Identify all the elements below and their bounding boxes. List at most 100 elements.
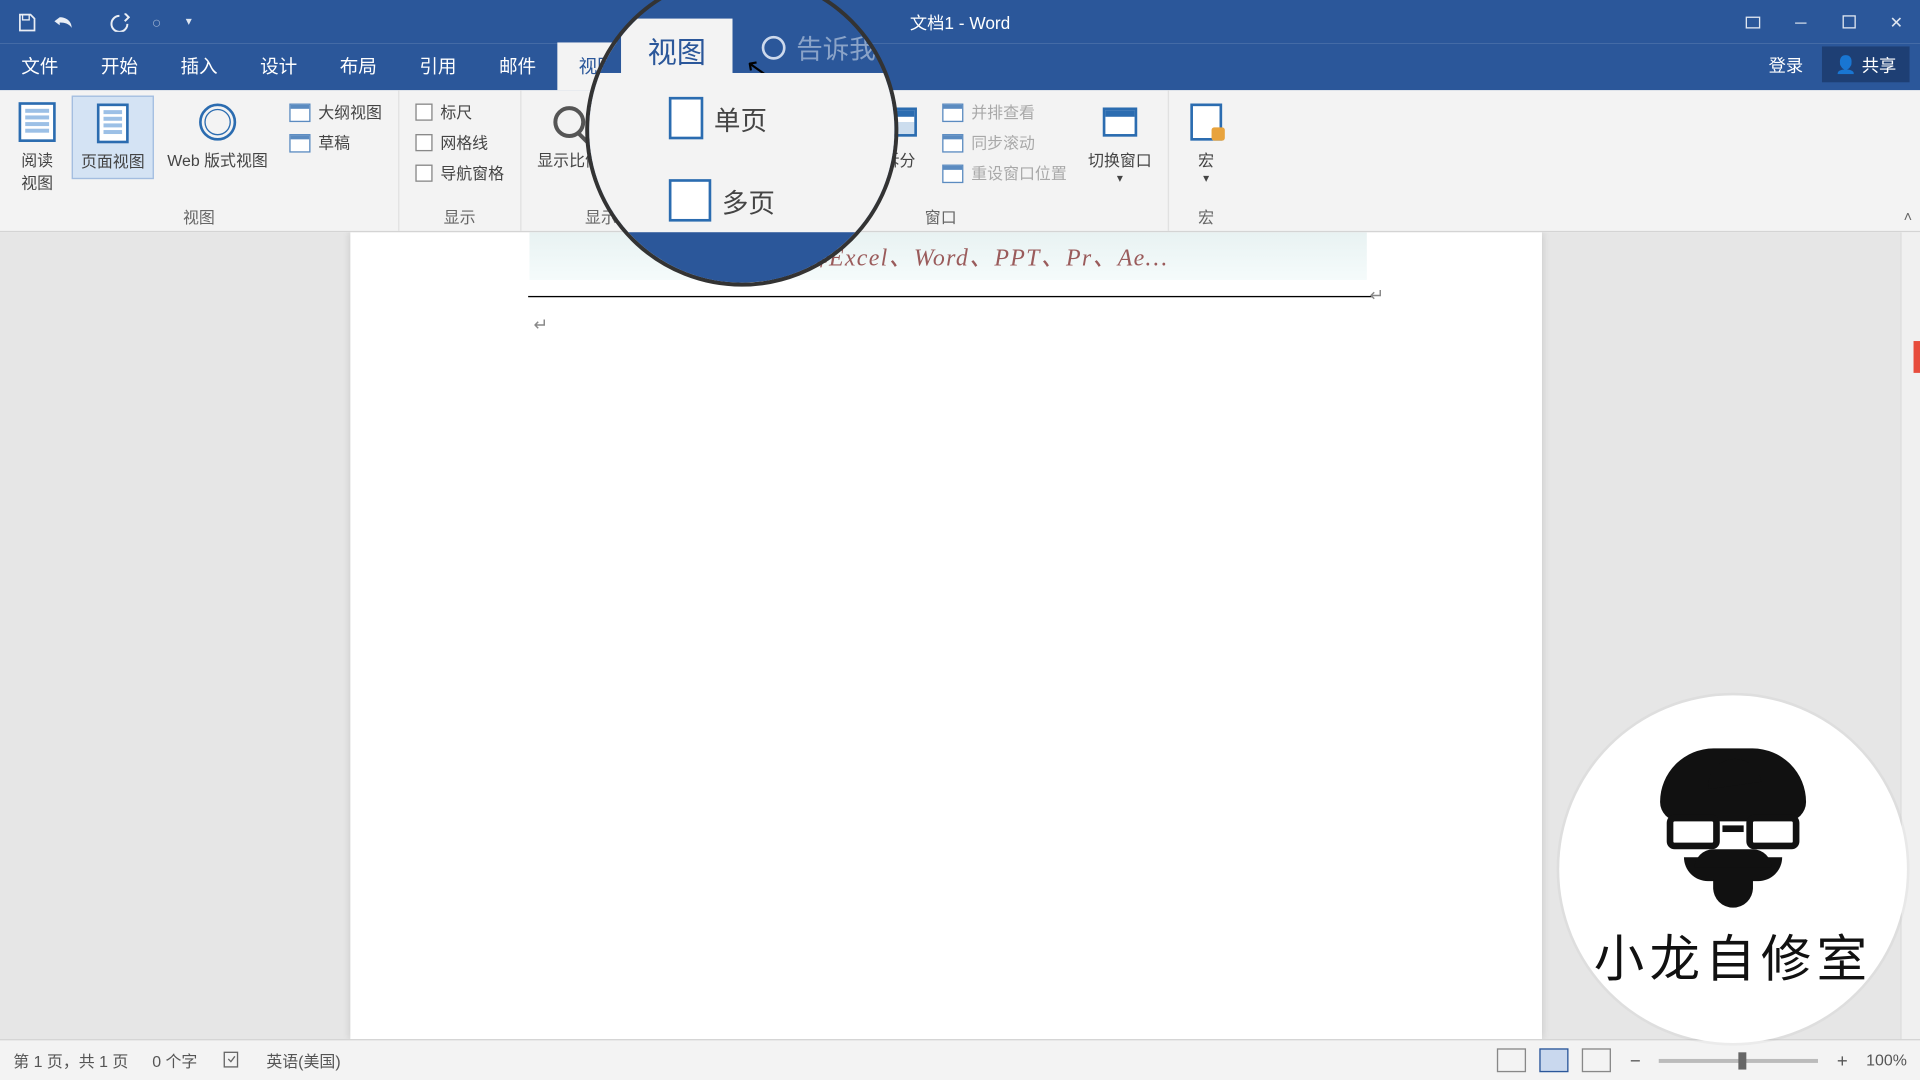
group-zoom: 显示比例 单页 多页 显示比例	[521, 90, 713, 231]
tell-me-label: 告诉我	[682, 54, 734, 79]
save-icon[interactable]	[13, 9, 40, 36]
word-count[interactable]: 0 个字	[152, 1049, 197, 1072]
page-indicator[interactable]: 第 1 页，共 1 页	[13, 1049, 128, 1072]
watermark-avatar: 小龙自修室	[1559, 695, 1907, 1043]
zoom-button[interactable]: 显示比例	[529, 96, 609, 177]
person-icon: 👤	[1835, 54, 1856, 75]
switch-windows-button[interactable]: 切换窗口 ▾	[1080, 96, 1160, 192]
group-macros-label: 宏	[1177, 200, 1235, 231]
sync-label: 同步滚动	[971, 131, 1035, 154]
read-mode-view-icon[interactable]	[1497, 1048, 1526, 1072]
multi-page-button[interactable]: 多页	[622, 157, 696, 189]
tab-mailings[interactable]: 邮件	[478, 42, 558, 90]
tab-home[interactable]: 开始	[80, 42, 160, 90]
switch-icon	[1099, 101, 1141, 143]
group-show-label: 显示	[407, 200, 512, 231]
share-button[interactable]: 👤共享	[1822, 46, 1910, 82]
tab-layout[interactable]: 布局	[318, 42, 398, 90]
split-icon	[878, 101, 920, 143]
group-macros: 宏 ▾ 宏	[1169, 90, 1243, 231]
group-window-label: 窗口	[722, 200, 1160, 231]
nav-label: 导航窗格	[440, 162, 504, 185]
redo-icon[interactable]	[106, 9, 133, 36]
touch-mode-icon[interactable]: ○	[143, 9, 170, 36]
zoom-out-button[interactable]: −	[1625, 1050, 1646, 1071]
print-layout-view-icon[interactable]	[1540, 1048, 1569, 1072]
side-by-side-button: 并排查看	[942, 101, 1067, 124]
draft-icon	[289, 133, 310, 152]
tab-design[interactable]: 设计	[239, 42, 319, 90]
web-layout-view-icon[interactable]	[1582, 1048, 1611, 1072]
group-zoom-label: 显示比例	[529, 200, 704, 231]
login-button[interactable]: 登录	[1758, 46, 1814, 82]
read-mode-button[interactable]: 阅读 视图	[8, 96, 66, 200]
zoom-level[interactable]: 100%	[1866, 1051, 1907, 1070]
outline-view-button[interactable]: 大纲视图	[289, 101, 382, 124]
web-layout-icon	[196, 101, 238, 143]
undo-icon[interactable]	[50, 9, 77, 36]
vertical-scrollbar[interactable]	[1900, 232, 1920, 1039]
tell-me[interactable]: 告诉我做什么…	[656, 54, 811, 90]
read-mode-label: 阅读 视图	[21, 149, 53, 194]
new-window-icon	[730, 101, 772, 143]
split-label: 拆分	[884, 149, 916, 172]
reset-icon	[942, 164, 963, 183]
macros-button[interactable]: 宏 ▾	[1177, 96, 1235, 192]
group-views: 阅读 视图 页面视图 Web 版式视图 大纲视图 草稿 视图	[0, 90, 399, 231]
one-page-label: 单页	[649, 106, 691, 138]
lightbulb-icon	[656, 58, 675, 77]
reset-label: 重设窗口位置	[971, 162, 1067, 185]
checkbox-icon	[415, 134, 432, 151]
ribbon-options-icon[interactable]	[1729, 0, 1777, 44]
macros-label: 宏	[1198, 149, 1214, 172]
side-label: 并排查看	[971, 101, 1035, 124]
tab-view[interactable]: 视图	[557, 42, 637, 90]
ruler-label: 标尺	[440, 101, 472, 124]
tab-insert[interactable]: 插入	[159, 42, 239, 90]
tab-references[interactable]: 引用	[398, 42, 478, 90]
reset-window-button: 重设窗口位置	[942, 162, 1067, 185]
tab-file[interactable]: 文件	[0, 42, 80, 90]
proofing-icon[interactable]	[221, 1048, 242, 1073]
tell-me-hint: 做什么…	[742, 54, 811, 79]
zoom-in-button[interactable]: +	[1832, 1050, 1853, 1071]
scrollbar-marker	[1914, 341, 1920, 373]
arrange-icon	[804, 101, 846, 143]
draft-label: 草稿	[318, 131, 350, 154]
draft-view-button[interactable]: 草稿	[289, 131, 382, 154]
one-page-button[interactable]: 单页	[622, 106, 696, 138]
group-window: 全部重排 拆分 并排查看 同步滚动 重设窗口位置 切换窗口 ▾ 窗口	[714, 90, 1169, 231]
group-show: 标尺 网格线 导航窗格 显示	[399, 90, 521, 231]
print-layout-button[interactable]: 页面视图	[72, 96, 154, 180]
ruler-checkbox[interactable]: 标尺	[415, 101, 504, 124]
one-page-icon	[622, 110, 641, 134]
close-icon[interactable]: ✕	[1872, 0, 1920, 44]
document-header-banner: 一起聊聊Excel、Word、PPT、Pr、Ae…	[529, 232, 1366, 280]
language-indicator[interactable]: 英语(美国)	[266, 1049, 340, 1072]
web-layout-label: Web 版式视图	[167, 149, 268, 172]
status-bar: 第 1 页，共 1 页 0 个字 英语(美国) − + 100%	[0, 1039, 1920, 1080]
web-layout-button[interactable]: Web 版式视图	[159, 96, 276, 177]
multi-page-label: 多页	[654, 157, 696, 189]
multi-page-icon	[622, 161, 646, 185]
zoom-icon	[548, 101, 590, 143]
zoom-label: 显示比例	[537, 149, 601, 172]
maximize-icon[interactable]	[1825, 0, 1873, 44]
new-window-button[interactable]	[722, 96, 780, 154]
gridlines-checkbox[interactable]: 网格线	[415, 131, 504, 154]
collapse-ribbon-icon[interactable]: ˄	[1904, 210, 1913, 226]
zoom-slider[interactable]	[1659, 1058, 1818, 1062]
minimize-icon[interactable]: ─	[1777, 0, 1825, 44]
banner-text: 一起聊聊Excel、Word、PPT、Pr、Ae…	[728, 239, 1168, 274]
avatar-face-icon	[1647, 748, 1820, 907]
side-by-side-icon	[942, 103, 963, 122]
window-title: 文档1 - Word	[910, 9, 1010, 34]
qat-customize-icon[interactable]: ▾	[186, 15, 192, 30]
split-button[interactable]: 拆分	[870, 96, 928, 177]
outline-icon	[289, 103, 310, 122]
sync-icon	[942, 133, 963, 152]
document-page[interactable]	[350, 232, 1542, 1039]
arrange-all-button[interactable]: 全部重排	[785, 96, 865, 177]
chevron-down-icon: ▾	[1203, 171, 1209, 186]
navigation-checkbox[interactable]: 导航窗格	[415, 162, 504, 185]
